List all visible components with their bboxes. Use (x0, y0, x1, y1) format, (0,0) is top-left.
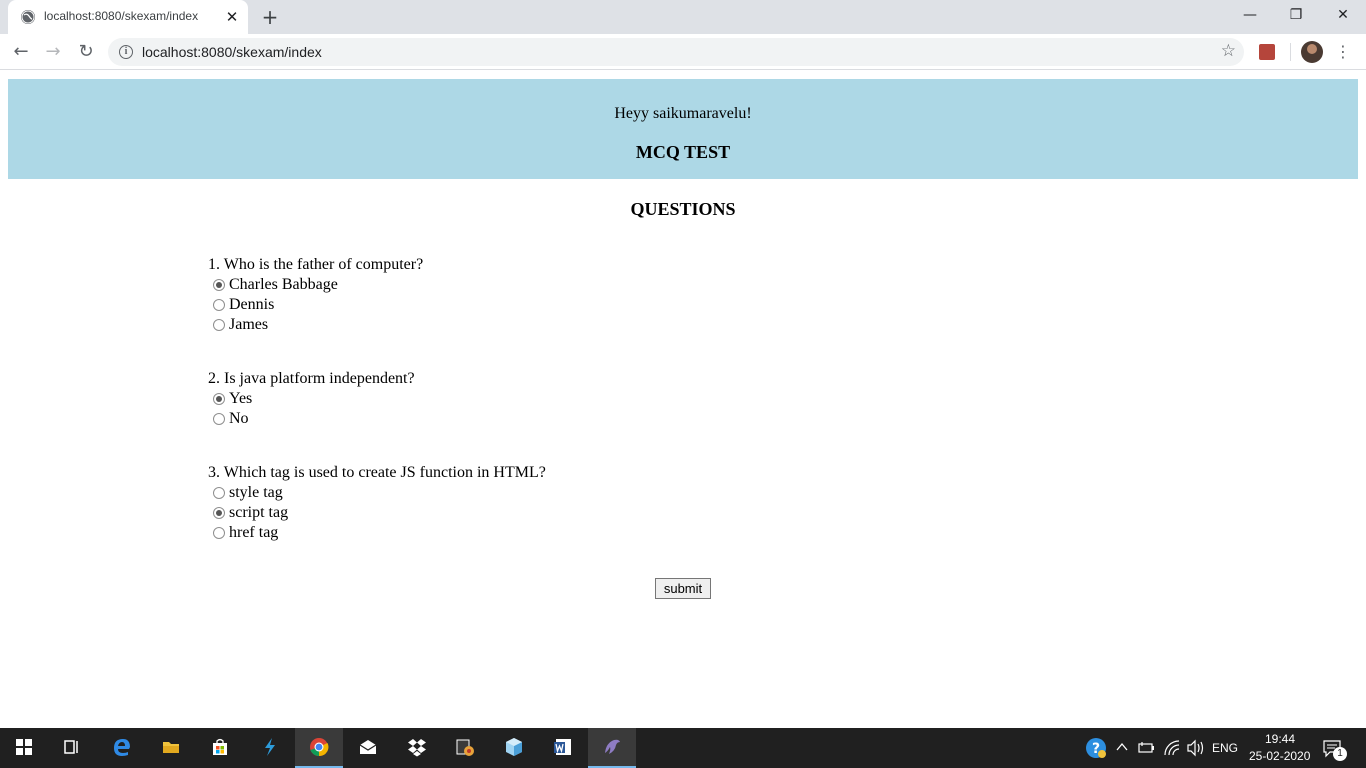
question-2: 2. Is java platform independent? Yes No (208, 369, 808, 429)
windows-icon (16, 739, 32, 755)
clock-time[interactable]: 19:44 (1265, 732, 1295, 746)
radio-button[interactable] (213, 487, 225, 499)
chrome-icon (310, 738, 329, 757)
new-tab-button[interactable]: + (259, 6, 281, 28)
radio-button[interactable] (213, 299, 225, 311)
radio-button[interactable] (213, 413, 225, 425)
profile-avatar[interactable] (1301, 41, 1323, 63)
toolbar-divider (1290, 43, 1291, 61)
cube-icon (506, 738, 522, 756)
task-view-icon (64, 740, 78, 754)
dolphin-icon (605, 739, 620, 754)
close-window-button[interactable]: ✕ (1320, 0, 1366, 30)
option-label: href tag (229, 524, 279, 541)
dolphin-app[interactable] (588, 728, 636, 768)
word-app[interactable] (539, 728, 587, 768)
task-view-button[interactable] (48, 728, 96, 768)
radio-button[interactable] (213, 507, 225, 519)
box-app[interactable] (490, 728, 538, 768)
questions-heading: QUESTIONS (630, 199, 736, 219)
restore-button[interactable]: ❐ (1273, 0, 1319, 30)
dropbox-app[interactable] (393, 728, 441, 768)
page-title: MCQ TEST (635, 142, 731, 162)
question-3: 3. Which tag is used to create JS functi… (208, 463, 808, 543)
edge-icon (114, 739, 130, 756)
question-text: 1. Who is the father of computer? (208, 256, 424, 273)
browser-menu-icon[interactable]: ⋮ (1335, 40, 1351, 64)
minimize-button[interactable]: — (1227, 0, 1273, 30)
back-button[interactable]: ← (8, 39, 34, 65)
question-text: 3. Which tag is used to create JS functi… (208, 464, 546, 481)
volume-icon[interactable] (1186, 739, 1206, 757)
globe-icon (21, 10, 35, 24)
browser-toolbar: ← → ↻ i localhost:8080/skexam/index ☆ (0, 34, 1366, 70)
option-href-tag[interactable]: href tag (208, 523, 808, 543)
chevron-up-icon[interactable] (1116, 742, 1128, 752)
clock-date[interactable]: 25-02-2020 (1249, 749, 1310, 763)
option-label: Dennis (229, 296, 275, 313)
mail-icon (359, 740, 377, 754)
lightning-icon (265, 738, 275, 756)
option-label: script tag (229, 504, 289, 521)
radio-button[interactable] (213, 527, 225, 539)
wifi-icon[interactable] (1163, 739, 1181, 757)
option-charles-babbage[interactable]: Charles Babbage (208, 275, 808, 295)
url-text[interactable]: localhost:8080/skexam/index (142, 44, 322, 60)
option-dennis[interactable]: Dennis (208, 295, 808, 315)
tab-close-icon[interactable]: ✕ (223, 8, 241, 26)
question-1: 1. Who is the father of computer? Charle… (208, 255, 808, 335)
radio-button[interactable] (213, 279, 225, 291)
folder-icon (163, 742, 179, 753)
option-yes[interactable]: Yes (208, 389, 808, 409)
notification-count-badge: 1 (1333, 747, 1347, 761)
option-james[interactable]: James (208, 315, 808, 335)
radio-button[interactable] (213, 319, 225, 331)
info-icon[interactable]: i (119, 45, 133, 59)
option-label: style tag (229, 484, 283, 501)
calendar-icon (456, 739, 474, 756)
pdf-extension-icon[interactable] (1259, 44, 1275, 60)
radio-button[interactable] (213, 393, 225, 405)
battery-icon[interactable] (1138, 740, 1156, 756)
option-label: James (229, 316, 269, 333)
chrome-app[interactable] (295, 728, 343, 768)
forward-button[interactable]: → (40, 39, 66, 65)
language-indicator[interactable]: ENG (1212, 741, 1238, 755)
mail-app[interactable] (344, 728, 392, 768)
vscode-style-app[interactable] (246, 728, 294, 768)
store-app[interactable] (196, 728, 244, 768)
tab-title: localhost:8080/skexam/index (44, 9, 199, 23)
dropbox-icon (408, 739, 426, 757)
option-script-tag[interactable]: script tag (208, 503, 808, 523)
word-icon (554, 739, 571, 755)
browser-tab[interactable]: localhost:8080/skexam/index ✕ (8, 0, 248, 34)
option-label: No (229, 410, 249, 427)
option-style-tag[interactable]: style tag (208, 483, 808, 503)
store-icon (213, 738, 227, 755)
submit-button[interactable]: submit (655, 578, 711, 599)
file-explorer-app[interactable] (147, 728, 195, 768)
calendar-app[interactable] (441, 728, 489, 768)
greeting-text: Heyy saikumaravelu! (614, 105, 752, 122)
start-button[interactable] (0, 728, 48, 768)
address-bar[interactable]: i localhost:8080/skexam/index ☆ (108, 38, 1244, 66)
option-no[interactable]: No (208, 409, 808, 429)
reload-button[interactable]: ↻ (73, 39, 99, 65)
page-content: Heyy saikumaravelu! MCQ TEST QUESTIONS 1… (0, 71, 1366, 728)
option-label: Charles Babbage (229, 276, 338, 293)
taskbar: ? ENG 19:44 25-02-2020 1 (0, 728, 1366, 768)
header-banner: Heyy saikumaravelu! MCQ TEST (8, 79, 1358, 179)
help-icon[interactable]: ? (1085, 737, 1107, 759)
browser-tab-strip: localhost:8080/skexam/index ✕ + — ❐ ✕ (0, 0, 1366, 34)
bookmark-star-icon[interactable]: ☆ (1221, 41, 1236, 61)
option-label: Yes (229, 390, 253, 407)
question-text: 2. Is java platform independent? (208, 370, 415, 387)
edge-app[interactable] (98, 728, 146, 768)
